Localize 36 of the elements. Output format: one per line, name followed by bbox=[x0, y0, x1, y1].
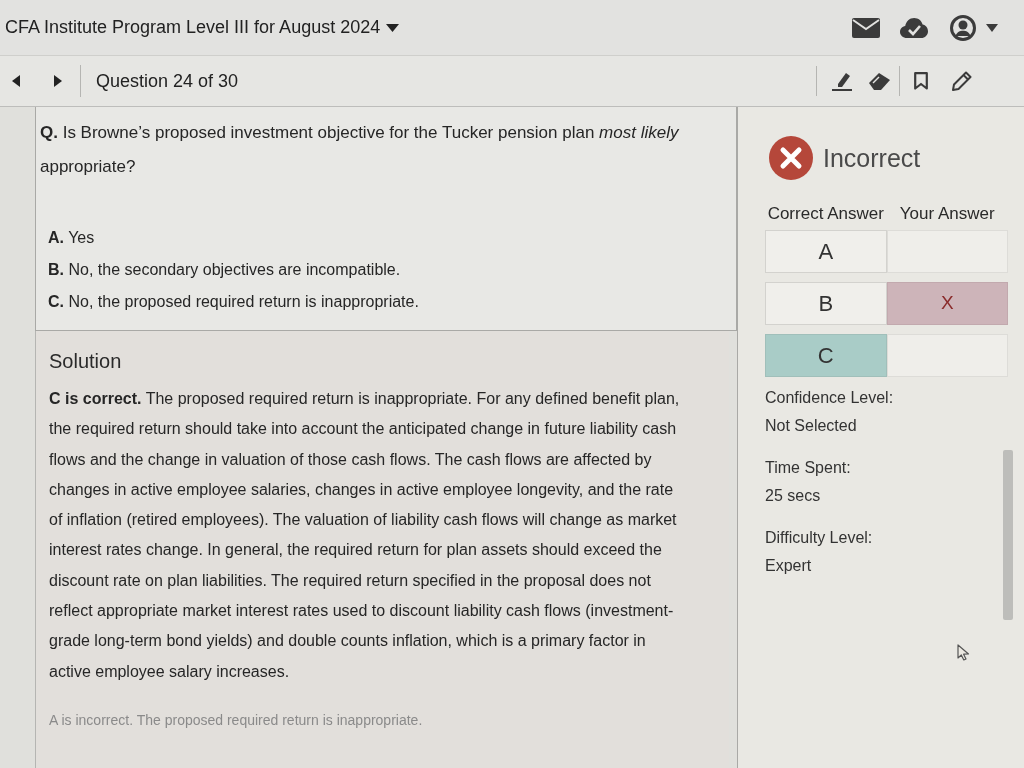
mail-icon[interactable] bbox=[852, 17, 880, 38]
pencil-icon[interactable] bbox=[952, 71, 972, 91]
x-circle-icon bbox=[769, 136, 813, 180]
stat-value: Expert bbox=[765, 556, 812, 576]
left-arrow-icon[interactable] bbox=[12, 75, 20, 87]
caret-down-icon[interactable] bbox=[986, 23, 998, 32]
stat-value: Not Selected bbox=[765, 416, 857, 436]
stat-label: Time Spent: bbox=[765, 458, 851, 478]
answer-cell: B bbox=[765, 282, 887, 325]
stat-label: Difficulty Level: bbox=[765, 528, 873, 548]
exam-title-dropdown[interactable]: CFA Institute Program Level III for August 2024 bbox=[5, 14, 400, 41]
cloud-check-icon[interactable] bbox=[900, 17, 928, 38]
bookmark-icon[interactable] bbox=[914, 72, 928, 90]
highlighter-icon[interactable] bbox=[831, 71, 853, 91]
solution-note: A is incorrect. The proposed required return is inappropriate. bbox=[49, 710, 424, 730]
caret-down-icon bbox=[386, 23, 400, 32]
answer-option: A. Yes bbox=[48, 222, 95, 254]
cursor-icon bbox=[957, 644, 970, 661]
answer-option: C. No, the proposed required return is inappropriate. bbox=[48, 286, 419, 318]
stat-value: 25 secs bbox=[765, 486, 821, 506]
stat-label: Confidence Level: bbox=[765, 388, 894, 408]
eraser-icon[interactable] bbox=[869, 72, 891, 90]
result-status: Incorrect bbox=[823, 143, 921, 173]
user-icon[interactable] bbox=[950, 14, 976, 41]
column-header: Correct Answer bbox=[767, 203, 884, 225]
question-counter: Question 24 of 30 bbox=[96, 69, 239, 93]
scrollbar-thumb[interactable] bbox=[1003, 450, 1013, 620]
column-header: Your Answer bbox=[899, 203, 995, 225]
solution-text: C is correct. The proposed required return is inappropriate. For any defined benefit plan, the required return should take into account the anticipated change in future liability cash flows and the change in valuation of those cash flows. The cash flows are affected by changes in active employee salaries, changes in active employee longevity, and the rate of inflation (retired employees). The valuation of liability cash flows will change as market interest rates change. In general, the required return for plan assets should exceed the discount rate on plan liabilities. The required return specified in the proposal does not reflect appropriate market interest rates used to discount liability cash flows (investment-grade long-term bond yields) and double counts inflation, which is a primary factor in active employee salary increases. bbox=[49, 389, 681, 682]
right-arrow-icon[interactable] bbox=[54, 75, 62, 87]
solution-heading: Solution bbox=[49, 349, 123, 374]
answer-cell: A bbox=[765, 230, 887, 273]
answer-cell: C bbox=[765, 334, 887, 377]
answer-cell: X bbox=[886, 282, 1008, 325]
answer-option: B. No, the secondary objectives are incompatible. bbox=[48, 254, 401, 286]
question-text: Q. Is Browne’s proposed investment objective for the Tucker pension plan most likely appropriate? bbox=[40, 122, 680, 178]
